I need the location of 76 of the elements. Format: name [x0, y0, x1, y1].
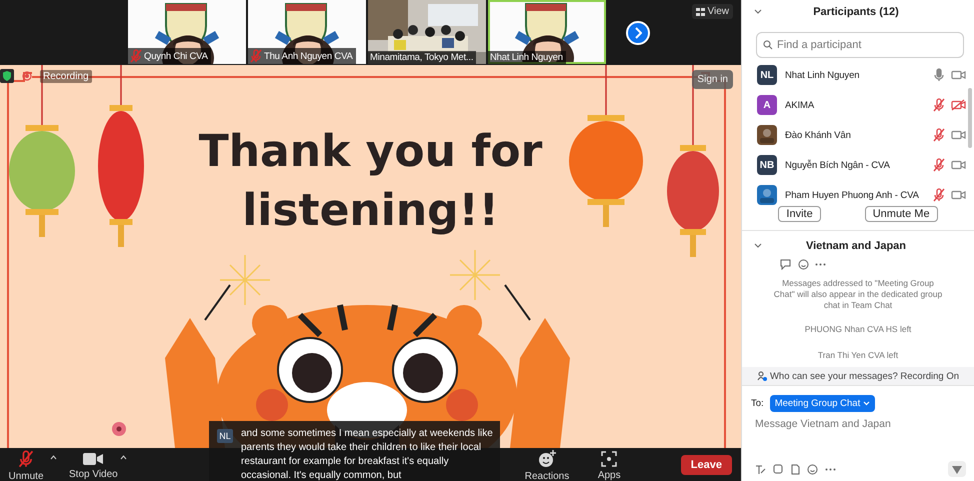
leave-button[interactable]: Leave [680, 454, 732, 474]
caption-text: and some sometimes I mean especially at weekends like parents they would take their children to like their local restaurant for example for breakfast it's equally occasional. It's equally common, but [241, 427, 494, 481]
participant-avatar: NL [757, 65, 777, 85]
caret-up-icon[interactable] [50, 455, 57, 460]
panel-button[interactable]: Invite [778, 206, 821, 222]
slide-title: Thank you for [198, 127, 542, 178]
file-icon[interactable] [791, 464, 800, 474]
chat-event: PHUONG Nhan CVA HS left [804, 324, 912, 334]
participant-name[interactable]: Nhat Linh Nguyen [785, 70, 925, 80]
muted-microphone-icon [130, 49, 142, 63]
person-icon [756, 371, 767, 381]
video-tile[interactable]: Nhat Linh Nguyen [488, 0, 606, 64]
shield-icon [0, 69, 14, 83]
participant-name[interactable]: AKIMA [785, 100, 925, 110]
chevron-right-icon [634, 26, 642, 38]
more-icon[interactable] [815, 263, 826, 266]
toolbar-button[interactable]: Reactions [524, 447, 570, 481]
video-camera-icon [83, 452, 104, 466]
microphone-icon [933, 68, 945, 82]
muted-microphone-icon [933, 98, 945, 112]
chevron-down-icon[interactable] [754, 9, 762, 14]
recording-icon [22, 71, 32, 81]
muted-microphone-icon [250, 49, 262, 63]
recipient-dropdown[interactable]: Meeting Group Chat [770, 395, 876, 412]
search-icon [763, 40, 773, 50]
slide-title: listening!! [242, 186, 499, 236]
video-camera-icon [951, 69, 966, 81]
view-button[interactable]: View [692, 4, 733, 19]
chevron-down-icon[interactable] [754, 243, 762, 248]
video-camera-icon [951, 189, 966, 201]
emoji-icon[interactable] [807, 464, 818, 474]
send-icon [952, 464, 962, 474]
next-page-button[interactable] [626, 20, 650, 44]
participant-name: Thu Anh Nguyen CVA [248, 48, 356, 64]
caret-up-icon[interactable] [120, 455, 127, 460]
video-tile[interactable]: Minamitama, Tokyo Met... [368, 0, 486, 64]
panel-title: Participants (12) [812, 6, 900, 18]
participant-name[interactable]: Pham Huyen Phuong Anh - CVA [785, 190, 925, 200]
emoji-icon[interactable] [798, 259, 809, 270]
more-icon[interactable] [825, 468, 836, 470]
toolbar-button[interactable]: Stop Video [69, 449, 118, 480]
participant-avatar: A [757, 95, 777, 115]
video-camera-icon [951, 129, 966, 141]
grid-icon [696, 8, 704, 16]
screenshot-icon[interactable] [773, 464, 784, 474]
participant-name[interactable]: Đào Khánh Vân [785, 130, 925, 140]
send-button[interactable] [948, 461, 966, 477]
participant-avatar: NB [757, 155, 777, 175]
recording-label: Recording [40, 70, 92, 82]
video-camera-icon [951, 159, 966, 171]
participant-name: Minamitama, Tokyo Met... [368, 51, 476, 64]
format-icon[interactable] [755, 464, 766, 474]
participant-name[interactable]: Nguyễn Bích Ngân - CVA [785, 160, 925, 170]
apps-icon [601, 451, 618, 467]
toolbar-button[interactable]: Apps [587, 448, 632, 481]
toolbar-button[interactable]: Unmute [4, 447, 48, 481]
chat-notice: Messages addressed to "Meeting Group Chat" will also appear in the dedicated group chat in Team Chat [772, 277, 944, 311]
video-tile[interactable]: Quynh Chi CVA [128, 0, 246, 64]
video-tile[interactable]: Thu Anh Nguyen CVA [248, 0, 366, 64]
search-field[interactable]: Find a participant [756, 32, 964, 58]
muted-microphone-icon [933, 128, 945, 142]
panel-button[interactable]: Unmute Me [864, 206, 938, 222]
participant-name: Quynh Chi CVA [128, 48, 211, 64]
chat-bubble-icon[interactable] [780, 259, 792, 270]
participant-name: Nhat Linh Nguyen [488, 51, 566, 64]
message-input[interactable]: Message Vietnam and Japan [755, 418, 891, 430]
to-label: To: [751, 398, 764, 409]
speaker-avatar: NL [217, 429, 233, 443]
chat-title: Vietnam and Japan [804, 240, 908, 252]
sign-in-button[interactable]: Sign in [692, 70, 733, 89]
chat-event: Tran Thi Yen CVA left [816, 350, 900, 360]
muted-microphone-icon [933, 158, 945, 172]
scrollbar[interactable] [968, 88, 972, 148]
video-off-icon [951, 99, 966, 111]
caret-down-icon [863, 401, 870, 406]
muted-microphone-icon [933, 188, 945, 202]
